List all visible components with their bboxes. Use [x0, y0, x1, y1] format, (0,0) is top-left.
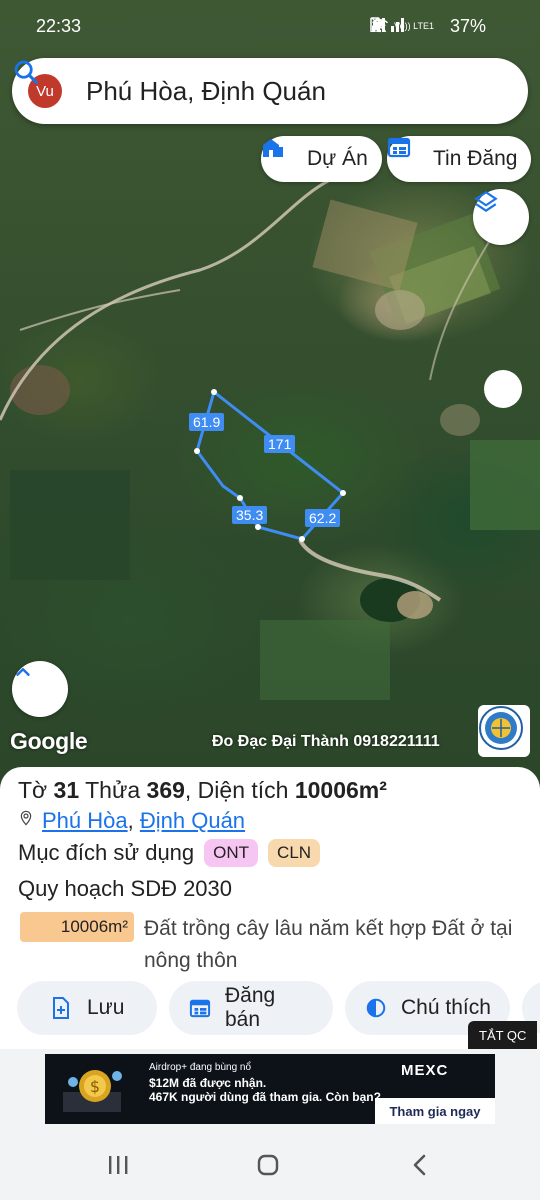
listing-icon — [387, 137, 425, 171]
ad-line-1: Airdrop+ đang bùng nổ — [149, 1062, 252, 1073]
action-label: Lưu — [87, 996, 125, 1019]
land-use-row: Mục đích sử dụng ONT CLN — [18, 839, 321, 867]
action-label: Đăng bán — [225, 984, 276, 1031]
map-credit: Đo Đạc Đại Thành 0918221111 — [212, 733, 440, 750]
svg-text:$: $ — [90, 1077, 100, 1096]
area-prefix: , Diện tích — [184, 777, 289, 803]
sheet-number: 31 — [53, 777, 80, 803]
layers-button[interactable] — [473, 189, 529, 245]
ad-line-3: 467K người dùng đã tham gia. Còn bạn? — [149, 1090, 381, 1104]
land-use-tag[interactable]: ONT — [204, 839, 259, 867]
listing-icon — [189, 997, 211, 1019]
sheet-prefix: Tờ — [18, 777, 48, 803]
brand-logo — [478, 705, 530, 757]
status-icons: Vo)) LTE1 37% — [370, 16, 494, 37]
ad-line-2: $12M đã được nhận. — [149, 1076, 267, 1090]
save-button[interactable]: Lưu — [17, 981, 157, 1035]
ad-area: $ Airdrop+ đang bùng nổ $12M đã được nhậ… — [0, 1049, 540, 1132]
building-icon — [263, 139, 299, 171]
back-icon[interactable] — [405, 1150, 435, 1180]
recent-apps-icon[interactable] — [103, 1150, 133, 1180]
location-pin-icon — [18, 808, 34, 834]
chip-label: Tin Đăng — [433, 147, 518, 170]
parcel-location: Phú Hòa, Định Quán — [18, 808, 245, 834]
home-icon[interactable] — [253, 1150, 283, 1180]
purpose-label: Mục đích sử dụng — [18, 840, 195, 865]
post-for-sale-button[interactable]: Đăng bán — [169, 981, 333, 1035]
lot-prefix: Thửa — [85, 777, 141, 803]
parcel-area: 10006m² — [294, 777, 387, 803]
ward-link[interactable]: Phú Hòa — [42, 808, 128, 833]
planning-area-badge: 10006m² — [20, 912, 134, 942]
google-logo: Google — [10, 728, 88, 754]
parcel-title: Tờ 31 Thửa 369, Diện tích 10006m² — [18, 777, 387, 804]
chip-label: Dự Án — [307, 147, 368, 170]
search-input[interactable]: Phú Hòa, Định Quán — [86, 76, 474, 107]
parcel-info-panel: Tờ 31 Thửa 369, Diện tích 10006m² Phú Hò… — [0, 767, 540, 1049]
status-time: 22:33 — [36, 16, 82, 36]
status-bar: 22:33 Vo)) LTE1 37% — [0, 0, 540, 52]
chip-tin-dang[interactable]: Tin Đăng — [387, 136, 532, 182]
battery-level: 37% — [449, 16, 486, 36]
search-icon[interactable] — [14, 60, 508, 108]
edge-length-label: 62.2 — [305, 509, 341, 527]
expand-panel-button[interactable] — [12, 661, 68, 717]
save-icon — [51, 997, 73, 1019]
action-label: Chú thích — [401, 996, 491, 1019]
land-use-tag[interactable]: CLN — [268, 839, 321, 867]
ad-brand: MEXC — [401, 1062, 449, 1079]
legend-icon — [365, 997, 387, 1019]
satellite-map[interactable]: 61.9 171 35.3 62.2 22:33 Vo)) LTE1 37% V… — [0, 0, 540, 790]
coin-icon: $ — [63, 1070, 122, 1112]
district-link[interactable]: Định Quán — [140, 808, 245, 833]
chip-du-an[interactable]: Dự Án — [261, 136, 382, 182]
ad-cta-button[interactable]: Tham gia ngay — [375, 1098, 495, 1124]
edge-length-label: 61.9 — [189, 413, 225, 431]
close-ad-button[interactable]: TẮT QC — [468, 1021, 538, 1050]
map-control-button[interactable] — [484, 370, 522, 408]
planning-description: Đất trồng cây lâu năm kết hợp Đất ở tại … — [144, 917, 513, 972]
planning-heading: Quy hoạch SDĐ 2030 — [18, 876, 233, 901]
lot-number: 369 — [146, 777, 185, 803]
search-bar[interactable]: Vu Phú Hòa, Định Quán — [12, 58, 528, 124]
edge-length-label: 35.3 — [232, 506, 268, 524]
system-nav-bar — [0, 1132, 540, 1200]
edge-length-label: 171 — [264, 435, 296, 453]
ad-banner[interactable]: $ Airdrop+ đang bùng nổ $12M đã được nhậ… — [45, 1054, 495, 1124]
